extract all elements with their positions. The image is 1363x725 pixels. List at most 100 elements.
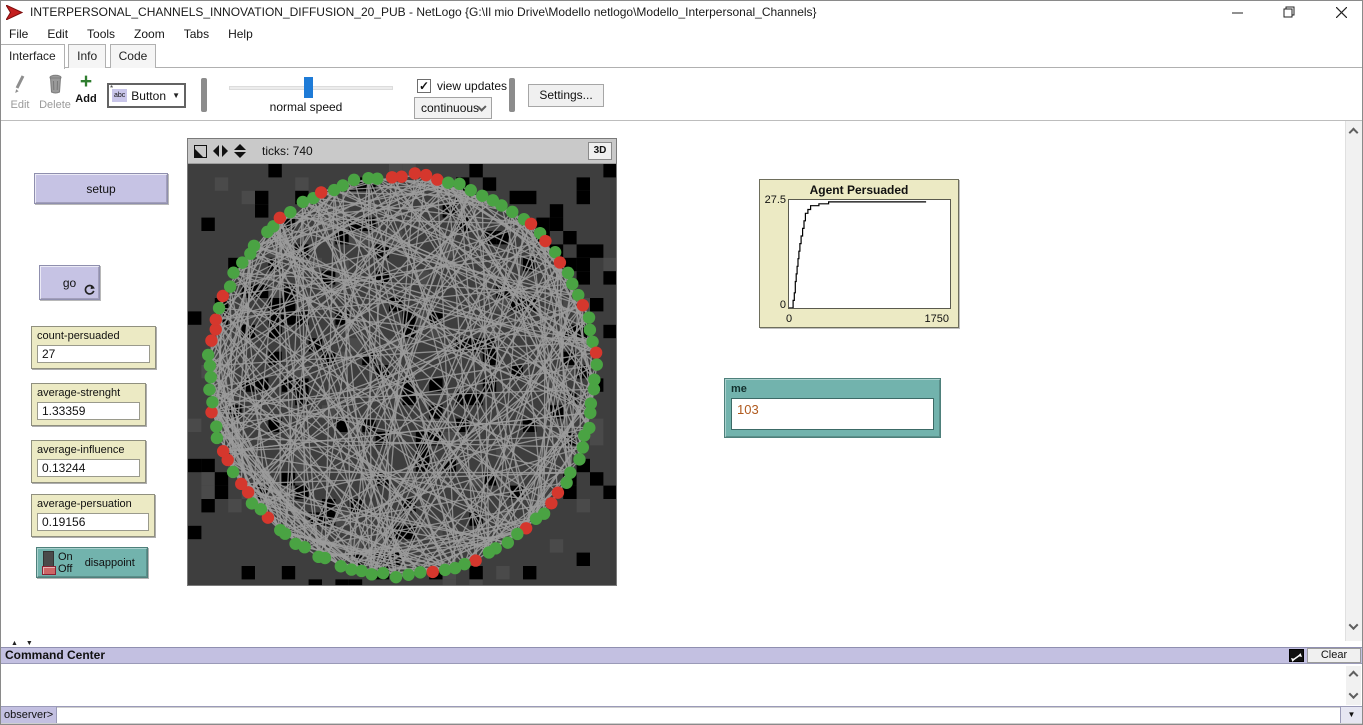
- minimize-icon: [1232, 7, 1243, 18]
- interface-toolbar: Edit Delete + Add *abc Button ▼ normal s…: [1, 68, 1362, 121]
- expand-arrows-icon: [1290, 652, 1303, 663]
- world-view: ticks: 740 3D: [187, 138, 617, 586]
- scroll-down-icon[interactable]: [1349, 620, 1359, 630]
- delete-widget-button[interactable]: Delete: [35, 74, 75, 111]
- 3d-button[interactable]: 3D: [588, 142, 612, 160]
- button-widget-icon: *abc: [112, 89, 127, 102]
- command-center-title: Command Center: [1, 648, 1362, 663]
- monitor-value: 27: [37, 345, 150, 363]
- tab-info[interactable]: Info: [68, 44, 106, 68]
- monitor-count-persuaded: count-persuaded 27: [31, 326, 156, 369]
- monitor-value: 0.19156: [37, 513, 149, 531]
- plus-icon: +: [73, 73, 99, 91]
- scroll-down-icon[interactable]: [1349, 689, 1359, 699]
- restore-button[interactable]: [1276, 3, 1302, 21]
- plot-area: [788, 199, 951, 309]
- title-bar: INTERPERSONAL_CHANNELS_INNOVATION_DIFFUS…: [1, 1, 1362, 23]
- clear-button[interactable]: Clear: [1307, 648, 1361, 663]
- horizontal-arrows-icon[interactable]: [213, 145, 228, 157]
- ticks-counter: ticks: 740: [262, 144, 313, 158]
- minimize-button[interactable]: [1224, 3, 1250, 21]
- plot-title: Agent Persuaded: [760, 183, 958, 197]
- netlogo-logo-icon: [6, 5, 23, 20]
- speed-slider-thumb[interactable]: [304, 77, 313, 98]
- settings-button[interactable]: Settings...: [528, 84, 604, 107]
- view-updates-label: view updates: [437, 79, 507, 93]
- switch-off-label: Off: [58, 563, 73, 575]
- monitor-average-influence: average-influence 0.13244: [31, 440, 146, 483]
- trash-icon: [48, 74, 63, 94]
- me-input-widget: me 103: [724, 378, 941, 438]
- output-scrollbar[interactable]: [1346, 666, 1361, 705]
- tab-code[interactable]: Code: [110, 44, 157, 68]
- close-button[interactable]: [1328, 3, 1354, 21]
- update-mode-dropdown[interactable]: continuous: [414, 97, 492, 119]
- menu-file[interactable]: File: [1, 25, 39, 43]
- switch-toggle[interactable]: [43, 551, 54, 575]
- check-icon: ✓: [419, 79, 429, 93]
- switch-on-label: On: [58, 551, 73, 563]
- interface-canvas: setup go count-persuaded 27 average-stre…: [1, 121, 1347, 641]
- y-tick-min: 0: [761, 299, 786, 311]
- close-icon: [1336, 7, 1347, 18]
- monitor-label: average-strenght: [37, 387, 140, 399]
- add-label: Add: [73, 93, 99, 105]
- x-tick-max: 1750: [925, 313, 949, 325]
- observer-prompt[interactable]: observer>: [1, 707, 57, 723]
- command-input-row: observer> ▼: [1, 707, 1362, 724]
- monitor-value: 0.13244: [37, 459, 140, 477]
- input-value-field[interactable]: 103: [731, 398, 934, 430]
- monitor-label: average-influence: [37, 444, 140, 456]
- widget-type-selector[interactable]: *abc Button ▼: [107, 83, 186, 108]
- window-title: INTERPERSONAL_CHANNELS_INNOVATION_DIFFUS…: [30, 5, 817, 19]
- switch-name: disappoint: [85, 557, 135, 569]
- dropdown-arrow-icon: ▼: [172, 91, 180, 100]
- command-center-header: Command Center Clear: [1, 647, 1362, 664]
- tab-bar: Interface Info Code: [1, 44, 1362, 68]
- vertical-arrows-icon[interactable]: [234, 144, 246, 158]
- expand-command-center-button[interactable]: [1289, 649, 1304, 662]
- monitor-label: count-persuaded: [37, 330, 150, 342]
- update-mode-value: continuous: [421, 101, 479, 115]
- setup-button[interactable]: setup: [34, 173, 168, 204]
- monitor-average-strenght: average-strenght 1.33359: [31, 383, 146, 426]
- delete-label: Delete: [35, 99, 75, 111]
- input-label: me: [731, 383, 934, 395]
- history-dropdown-button[interactable]: ▼: [1340, 707, 1362, 723]
- menu-help[interactable]: Help: [220, 25, 264, 43]
- y-tick-max: 27.5: [761, 194, 786, 206]
- tab-interface[interactable]: Interface: [0, 44, 65, 69]
- monitor-label: average-persuation: [37, 498, 149, 510]
- speed-slider-label: normal speed: [241, 100, 371, 114]
- world-canvas[interactable]: [188, 164, 616, 585]
- restore-icon: [1283, 6, 1295, 18]
- menu-tabs[interactable]: Tabs: [176, 25, 220, 43]
- menu-edit[interactable]: Edit: [39, 25, 79, 43]
- menu-tools[interactable]: Tools: [79, 25, 126, 43]
- view-updates-checkbox[interactable]: ✓: [417, 79, 431, 93]
- menu-zoom[interactable]: Zoom: [126, 25, 176, 43]
- resize-corner-icon[interactable]: [194, 145, 207, 158]
- toolbar-separator: [201, 78, 207, 112]
- go-button[interactable]: go: [39, 265, 100, 300]
- disappoint-switch[interactable]: On Off disappoint: [36, 547, 148, 578]
- command-center-output[interactable]: [1, 664, 1362, 707]
- world-view-header: ticks: 740 3D: [188, 139, 616, 164]
- x-tick-min: 0: [786, 313, 792, 325]
- menu-bar: File Edit Tools Zoom Tabs Help: [1, 23, 1362, 44]
- main-vertical-scrollbar[interactable]: [1345, 121, 1362, 641]
- widget-type-value: Button: [131, 89, 166, 103]
- add-widget-button[interactable]: + Add: [73, 73, 99, 105]
- agent-persuaded-plot: Agent Persuaded 27.5 0 0 1750: [759, 179, 959, 328]
- command-input[interactable]: [57, 707, 1340, 723]
- scroll-up-icon[interactable]: [1349, 671, 1359, 681]
- forever-icon: [84, 284, 95, 295]
- toolbar-separator-2: [509, 78, 515, 112]
- switch-handle-icon[interactable]: [42, 566, 56, 575]
- netlogo-window: INTERPERSONAL_CHANNELS_INNOVATION_DIFFUS…: [0, 0, 1363, 725]
- plot-line: [789, 200, 950, 308]
- go-button-label: go: [63, 276, 76, 290]
- pencil-icon: [13, 74, 27, 94]
- edit-widget-button[interactable]: Edit: [5, 74, 35, 111]
- scroll-up-icon[interactable]: [1349, 128, 1359, 138]
